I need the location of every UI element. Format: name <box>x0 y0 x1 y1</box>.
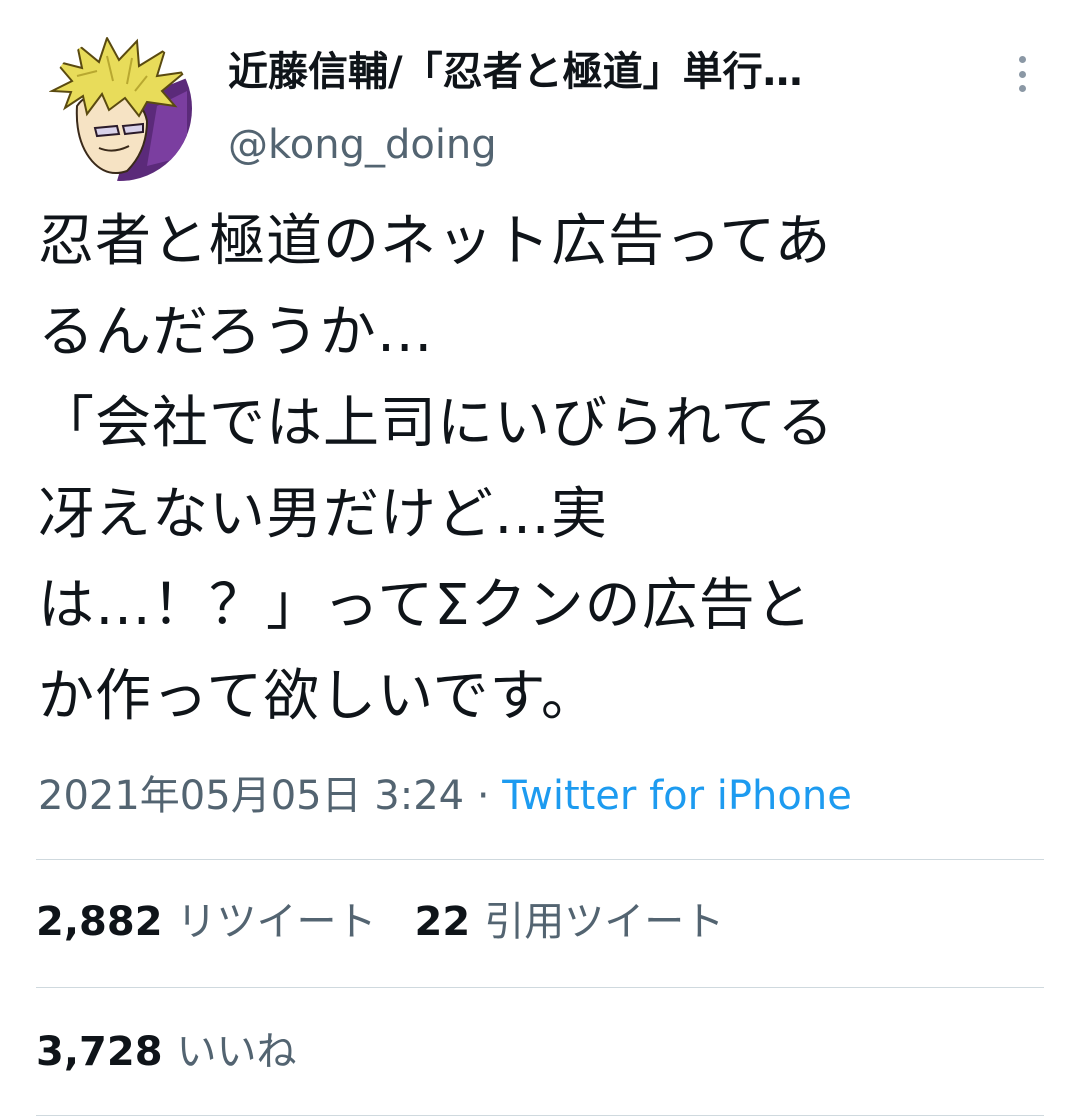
tweet-text: 忍者と極道のネット広告ってあ るんだろうか… 「会社では上司にいびられてる 冴え… <box>38 209 835 729</box>
author-handle[interactable]: @kong_doing <box>228 118 497 172</box>
tweet-source-link[interactable]: Twitter for iPhone <box>502 773 852 819</box>
retweets-label: リツイート <box>176 899 377 945</box>
more-dot <box>1018 70 1026 78</box>
divider <box>36 987 1044 988</box>
more-options-icon[interactable] <box>1002 50 1042 98</box>
retweets-stat[interactable]: 2,882 リツイート <box>36 896 377 948</box>
quotes-count: 22 <box>414 899 471 945</box>
stats-row-retweets: 2,882 リツイート 22 引用ツイート <box>36 896 762 948</box>
likes-count: 3,728 <box>36 1029 163 1075</box>
quotes-label: 引用ツイート <box>484 899 725 945</box>
tweet-meta: 2021年05月05日 3:24 · Twitter for iPhone <box>38 770 852 822</box>
avatar-image <box>47 36 192 181</box>
likes-stat[interactable]: 3,728 いいね <box>36 1026 297 1078</box>
meta-separator: · <box>464 773 503 819</box>
retweets-count: 2,882 <box>36 899 163 945</box>
divider <box>36 859 1044 860</box>
divider <box>36 1115 1044 1116</box>
quotes-stat[interactable]: 22 引用ツイート <box>415 896 725 948</box>
tweet-detail: 近藤信輔/「忍者と極道」単行… @kong_doing 忍者と極道のネット広告っ… <box>0 0 1080 1120</box>
avatar[interactable] <box>47 36 192 181</box>
stats-row-likes: 3,728 いいね <box>36 1026 335 1078</box>
tweet-timestamp[interactable]: 2021年05月05日 3:24 <box>38 773 464 819</box>
author-display-name[interactable]: 近藤信輔/「忍者と極道」単行… <box>228 44 968 100</box>
more-dot <box>1018 85 1026 92</box>
more-dot <box>1018 56 1026 63</box>
likes-label: いいね <box>176 1029 297 1075</box>
